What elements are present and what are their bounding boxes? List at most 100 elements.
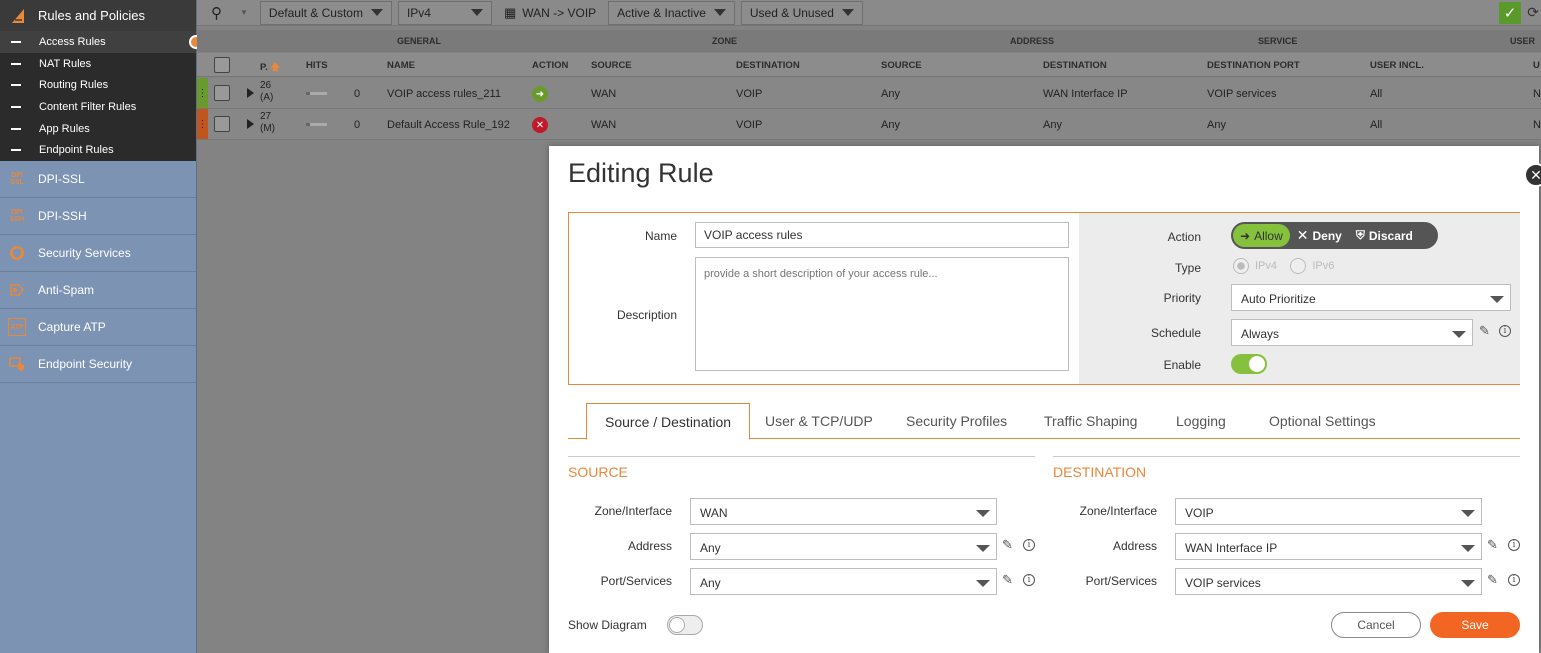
apply-check-button[interactable]: ✓	[1499, 2, 1521, 24]
action-discard-label: Discard	[1368, 228, 1413, 243]
sidebar-item-content-filter-rules[interactable]: Content Filter Rules	[0, 96, 196, 118]
expand-row-icon[interactable]	[247, 88, 254, 98]
group-zone: ZONE	[712, 36, 738, 46]
sidebar-item-security-services[interactable]: Security Services	[0, 235, 196, 273]
action-discard-option[interactable]: ⛨ Discard	[1349, 224, 1420, 247]
row-priority-tag: (A)	[260, 92, 274, 103]
zone-filter[interactable]: ▦ WAN -> VOIP	[498, 5, 602, 21]
tab-source-destination[interactable]: Source / Destination	[586, 403, 751, 440]
destination-address-info-icon[interactable]: i	[1508, 539, 1520, 551]
enable-label: Enable	[1163, 358, 1201, 372]
sidebar-item-app-rules[interactable]: App Rules	[0, 118, 196, 140]
ip-filter-select[interactable]: IPv4	[397, 0, 492, 25]
source-address-info-icon[interactable]: i	[1023, 539, 1035, 551]
sidebar-item-capture-atp[interactable]: ATP Capture ATP	[0, 309, 196, 347]
source-address-select[interactable]: Any	[690, 533, 997, 560]
sidebar-header[interactable]: Rules and Policies	[0, 0, 196, 31]
search-dropdown-caret-icon[interactable]: ▼	[234, 8, 254, 17]
source-port-edit-icon[interactable]: ✎	[1002, 572, 1013, 588]
row-dst-addr: Any	[1043, 119, 1062, 131]
schedule-info-icon[interactable]: i	[1499, 325, 1511, 337]
col-hits[interactable]: HITS	[306, 60, 328, 71]
destination-port-edit-icon[interactable]: ✎	[1487, 572, 1498, 588]
col-action[interactable]: ACTION	[532, 60, 568, 71]
source-port-select[interactable]: Any	[690, 568, 997, 595]
col-src-zone[interactable]: SOURCE	[591, 60, 632, 71]
tab-security-profiles[interactable]: Security Profiles	[906, 403, 1007, 439]
search-icon[interactable]: ⚲	[205, 4, 228, 22]
tab-traffic-shaping[interactable]: Traffic Shaping	[1044, 403, 1137, 439]
view-filter-select[interactable]: Default & Custom	[259, 0, 392, 25]
source-port-info-icon[interactable]: i	[1023, 574, 1035, 586]
action-allow-option[interactable]: ➜ Allow	[1233, 224, 1290, 247]
source-title: SOURCE	[568, 464, 628, 480]
cancel-button[interactable]: Cancel	[1331, 612, 1421, 638]
chevron-down-icon	[976, 545, 990, 552]
sidebar-item-label: NAT Rules	[39, 57, 92, 70]
chevron-down-icon	[1461, 545, 1475, 552]
sidebar-item-label: Routing Rules	[39, 79, 109, 92]
row-user-incl: All	[1370, 119, 1383, 131]
sidebar-item-access-rules[interactable]: Access Rules	[0, 31, 203, 53]
destination-port-select[interactable]: VOIP services	[1175, 568, 1482, 595]
row-checkbox[interactable]	[214, 85, 230, 101]
destination-zone-select[interactable]: VOIP	[1175, 498, 1482, 525]
tab-user-tcp-udp[interactable]: User & TCP/UDP	[765, 403, 873, 439]
sidebar-item-dpi-ssh[interactable]: DPI SSH DPI-SSH	[0, 198, 196, 236]
source-address-edit-icon[interactable]: ✎	[1002, 537, 1013, 553]
tab-logging[interactable]: Logging	[1176, 403, 1226, 439]
save-button[interactable]: Save	[1430, 612, 1520, 638]
source-zone-select[interactable]: WAN	[690, 498, 997, 525]
col-dst-zone[interactable]: DESTINATION	[736, 60, 800, 71]
sidebar-submenu: Access Rules NAT Rules Routing Rules Con…	[0, 31, 203, 162]
destination-address-select[interactable]: WAN Interface IP	[1175, 533, 1482, 560]
sidebar-item-dpi-ssl[interactable]: DPI SSL DPI-SSL	[0, 161, 196, 199]
row-checkbox[interactable]	[214, 116, 230, 132]
row-hits: 0	[354, 88, 361, 100]
drag-handle-icon[interactable]: ⋮	[197, 78, 208, 108]
dpi-ssh-icon: DPI SSH	[9, 209, 25, 224]
discard-shield-icon: ⛨	[1355, 228, 1365, 242]
select-all-checkbox[interactable]	[214, 57, 230, 73]
description-textarea[interactable]	[695, 257, 1069, 371]
usage-filter-select[interactable]: Used & Unused	[740, 0, 863, 25]
col-dst-addr[interactable]: DESTINATION	[1043, 60, 1107, 71]
sidebar-item-routing-rules[interactable]: Routing Rules	[0, 74, 196, 96]
usage-filter-value: Used & Unused	[749, 5, 834, 20]
col-src-addr[interactable]: SOURCE	[881, 60, 922, 71]
col-priority[interactable]: P. 🡅	[260, 60, 280, 76]
name-input[interactable]	[695, 222, 1069, 248]
schedule-edit-icon[interactable]: ✎	[1479, 323, 1490, 339]
show-diagram-toggle[interactable]	[667, 615, 703, 635]
enable-toggle[interactable]	[1231, 354, 1267, 374]
show-diagram-label: Show Diagram	[568, 618, 647, 632]
table-row[interactable]: ⋮ 26 (A) 0 VOIP access rules_211 ➜ WAN VO…	[197, 78, 1541, 109]
modal-close-button[interactable]: ✕	[1524, 163, 1541, 187]
priority-select[interactable]: Auto Prioritize	[1231, 284, 1511, 311]
col-user-incl[interactable]: USER INCL.	[1370, 60, 1424, 71]
row-src-zone: WAN	[591, 119, 617, 131]
sidebar-item-label: Content Filter Rules	[39, 100, 137, 113]
sidebar-item-endpoint-security[interactable]: Endpoint Security	[0, 346, 196, 384]
type-ipv4-radio[interactable]	[1233, 258, 1249, 274]
ip-filter-value: IPv4	[406, 5, 431, 20]
type-ipv6-radio[interactable]	[1290, 258, 1307, 274]
refresh-icon[interactable]: ⟳	[1527, 4, 1539, 21]
sidebar-item-endpoint-rules[interactable]: Endpoint Rules	[0, 139, 196, 161]
destination-address-edit-icon[interactable]: ✎	[1487, 537, 1498, 553]
col-dst-port[interactable]: DESTINATION PORT	[1207, 60, 1300, 71]
action-deny-option[interactable]: ✕ Deny	[1290, 224, 1349, 247]
rules-policies-icon	[12, 8, 24, 23]
destination-port-info-icon[interactable]: i	[1508, 574, 1520, 586]
expand-row-icon[interactable]	[247, 119, 254, 129]
tab-optional-settings[interactable]: Optional Settings	[1269, 403, 1376, 439]
schedule-select[interactable]: Always	[1231, 319, 1473, 346]
state-filter-select[interactable]: Active & Inactive	[608, 0, 735, 25]
sidebar-item-anti-spam[interactable]: Anti-Spam	[0, 272, 196, 310]
drag-handle-icon[interactable]: ⋮	[197, 109, 208, 139]
col-name[interactable]: NAME	[387, 60, 415, 71]
col-user-excl[interactable]: U	[1533, 60, 1540, 71]
table-row[interactable]: ⋮ 27 (M) 0 Default Access Rule_192 ✕ WAN …	[197, 109, 1541, 140]
allow-icon: ➜	[532, 86, 548, 102]
sidebar-item-nat-rules[interactable]: NAT Rules	[0, 53, 196, 75]
